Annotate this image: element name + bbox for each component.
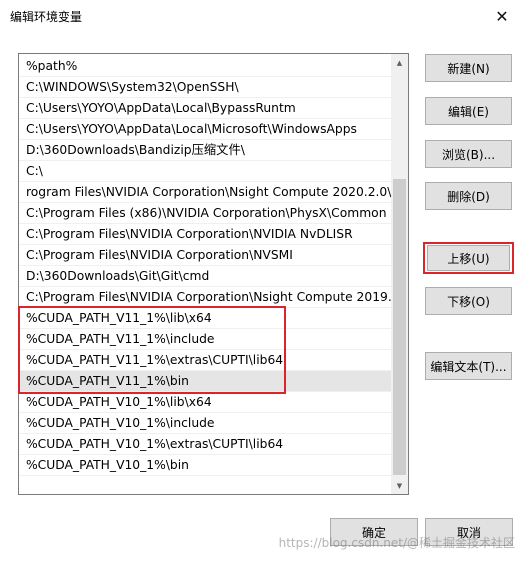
path-list-item[interactable]: C:\Program Files\NVIDIA Corporation\Nsig… xyxy=(19,287,392,308)
path-list-item[interactable]: %path% xyxy=(19,56,392,77)
path-list-item[interactable]: D:\360Downloads\Bandizip压缩文件\ xyxy=(19,140,392,161)
path-list-item[interactable]: %CUDA_PATH_V10_1%\lib\x64 xyxy=(19,392,392,413)
move-up-button[interactable]: 上移(U) xyxy=(427,245,510,271)
path-list-item[interactable]: %CUDA_PATH_V11_1%\include xyxy=(19,329,392,350)
vertical-scrollbar[interactable]: ▲ ▼ xyxy=(391,54,408,494)
title-bar: 编辑环境变量 ✕ xyxy=(0,0,525,32)
path-rows: %path% C:\WINDOWS\System32\OpenSSH\ C:\Use… xyxy=(19,56,392,476)
browse-button[interactable]: 浏览(B)... xyxy=(425,140,512,168)
path-list-item[interactable]: C:\Users\YOYO\AppData\Local\Microsoft\Wi… xyxy=(19,119,392,140)
path-list-item[interactable]: C:\WINDOWS\System32\OpenSSH\ xyxy=(19,77,392,98)
scroll-up-icon[interactable]: ▲ xyxy=(391,54,408,71)
path-list-item[interactable]: rogram Files\NVIDIA Corporation\Nsight C… xyxy=(19,182,392,203)
path-list-item[interactable]: C:\Program Files\NVIDIA Corporation\NVSM… xyxy=(19,245,392,266)
close-icon[interactable]: ✕ xyxy=(479,0,525,32)
path-list-item[interactable]: %CUDA_PATH_V10_1%\include xyxy=(19,413,392,434)
path-list-item[interactable]: C:\Program Files (x86)\NVIDIA Corporatio… xyxy=(19,203,392,224)
path-list-item[interactable]: %CUDA_PATH_V11_1%\lib\x64 xyxy=(19,308,392,329)
window-title: 编辑环境变量 xyxy=(10,10,83,24)
edit-button[interactable]: 编辑(E) xyxy=(425,97,512,125)
scroll-thumb[interactable] xyxy=(393,179,406,475)
path-list-item[interactable]: %CUDA_PATH_V10_1%\extras\CUPTI\lib64 xyxy=(19,434,392,455)
path-list-item[interactable]: C:\Users\YOYO\AppData\Local\BypassRuntm xyxy=(19,98,392,119)
path-list-item[interactable]: D:\360Downloads\Git\Git\cmd xyxy=(19,266,392,287)
path-list[interactable]: %path% C:\WINDOWS\System32\OpenSSH\ C:\Use… xyxy=(18,53,409,495)
move-down-button[interactable]: 下移(O) xyxy=(425,287,512,315)
path-list-item[interactable]: %CUDA_PATH_V11_1%\extras\CUPTI\lib64 xyxy=(19,350,392,371)
delete-button[interactable]: 删除(D) xyxy=(425,182,512,210)
path-list-item[interactable]: C:\Program Files\NVIDIA Corporation\NVID… xyxy=(19,224,392,245)
path-list-item[interactable]: %CUDA_PATH_V11_1%\bin xyxy=(19,371,392,392)
edit-env-var-dialog: 编辑环境变量 ✕ %path% C:\WINDOWS\System32\OpenS… xyxy=(0,0,525,563)
edit-text-button[interactable]: 编辑文本(T)... xyxy=(425,352,512,380)
watermark: https://blog.csdn.net/@稀土掘金技术社区 xyxy=(278,536,515,550)
path-list-item[interactable]: C:\ xyxy=(19,161,392,182)
scroll-down-icon[interactable]: ▼ xyxy=(391,477,408,494)
path-list-item[interactable]: %CUDA_PATH_V10_1%\bin xyxy=(19,455,392,476)
new-button[interactable]: 新建(N) xyxy=(425,54,512,82)
